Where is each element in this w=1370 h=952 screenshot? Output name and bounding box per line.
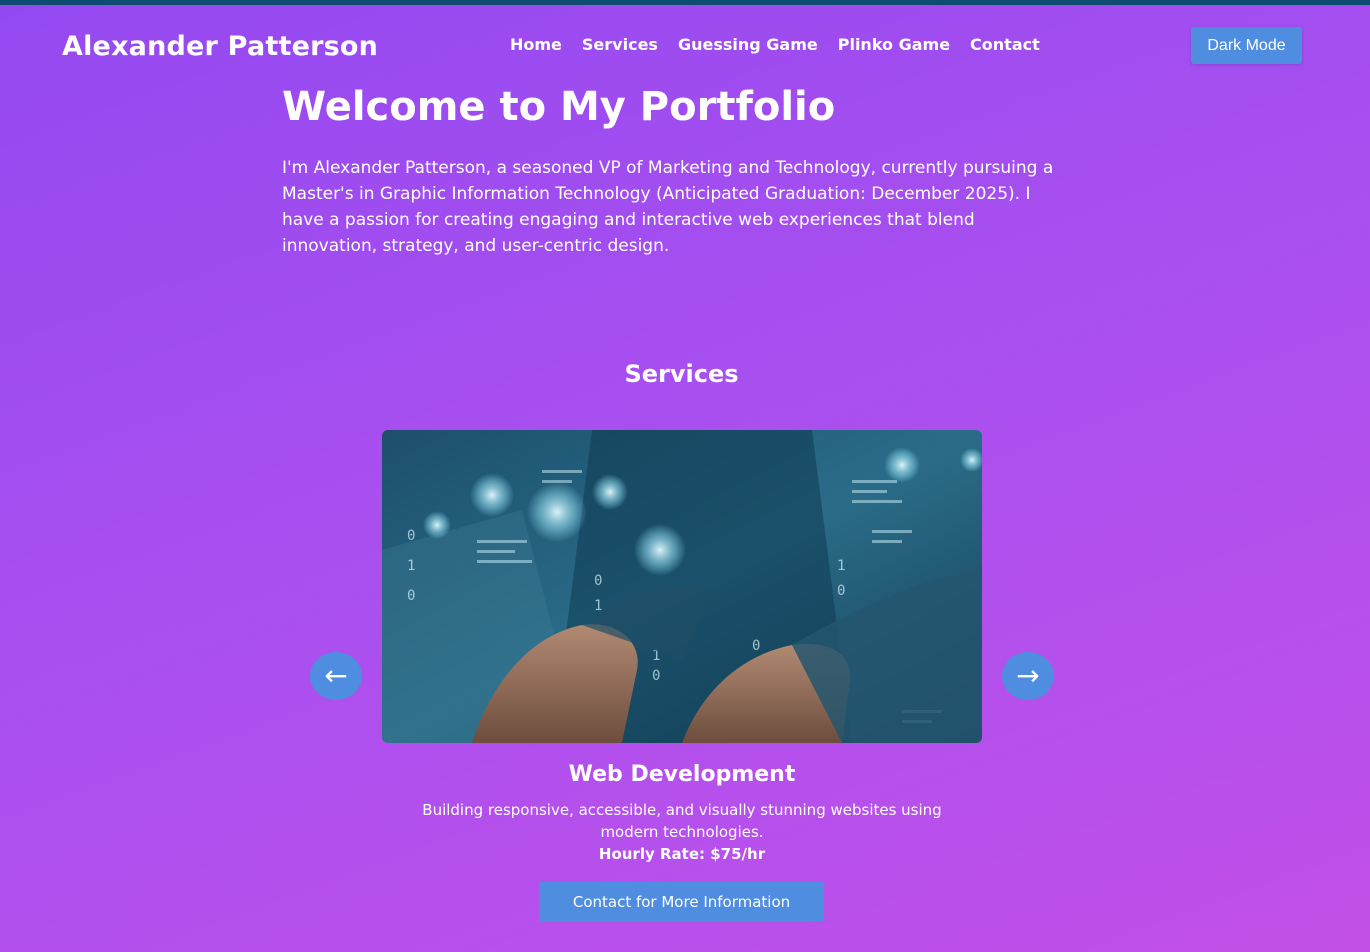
svg-text:0: 0 <box>407 528 415 544</box>
dark-mode-button[interactable]: Dark Mode <box>1191 27 1302 64</box>
nav-guessing-game-link[interactable]: Guessing Game <box>678 35 818 54</box>
nav-services-link[interactable]: Services <box>582 35 658 54</box>
nav-contact-link[interactable]: Contact <box>970 35 1040 54</box>
service-description: Building responsive, accessible, and vis… <box>422 801 942 841</box>
top-accent-strip <box>0 0 1370 5</box>
svg-text:0: 0 <box>837 583 845 599</box>
arrow-right-icon: → <box>1016 659 1040 692</box>
carousel-next-button[interactable]: → <box>1002 652 1054 700</box>
arrow-left-icon: ← <box>324 659 348 692</box>
service-title: Web Development <box>568 762 796 787</box>
service-slide-image: 010 010 101 10 01 10 <box>382 430 982 743</box>
main-nav: Home Services Guessing Game Plinko Game … <box>510 35 1040 54</box>
service-rate: Hourly Rate: $75/hr <box>598 845 766 863</box>
svg-text:1: 1 <box>837 558 845 574</box>
hero-title: Welcome to My Portfolio <box>282 84 836 130</box>
svg-text:0: 0 <box>407 588 415 604</box>
hero-intro-text: I'm Alexander Patterson, a seasoned VP o… <box>282 158 1054 256</box>
svg-text:1: 1 <box>407 558 415 574</box>
site-brand[interactable]: Alexander Patterson <box>62 31 378 62</box>
svg-text:0: 0 <box>652 668 660 684</box>
svg-text:0: 0 <box>752 638 760 654</box>
nav-plinko-game-link[interactable]: Plinko Game <box>838 35 950 54</box>
contact-more-info-button[interactable]: Contact for More Information <box>539 882 824 921</box>
nav-home-link[interactable]: Home <box>510 35 562 54</box>
svg-text:0: 0 <box>594 573 602 589</box>
carousel-prev-button[interactable]: ← <box>310 652 362 700</box>
services-heading: Services <box>624 360 739 388</box>
